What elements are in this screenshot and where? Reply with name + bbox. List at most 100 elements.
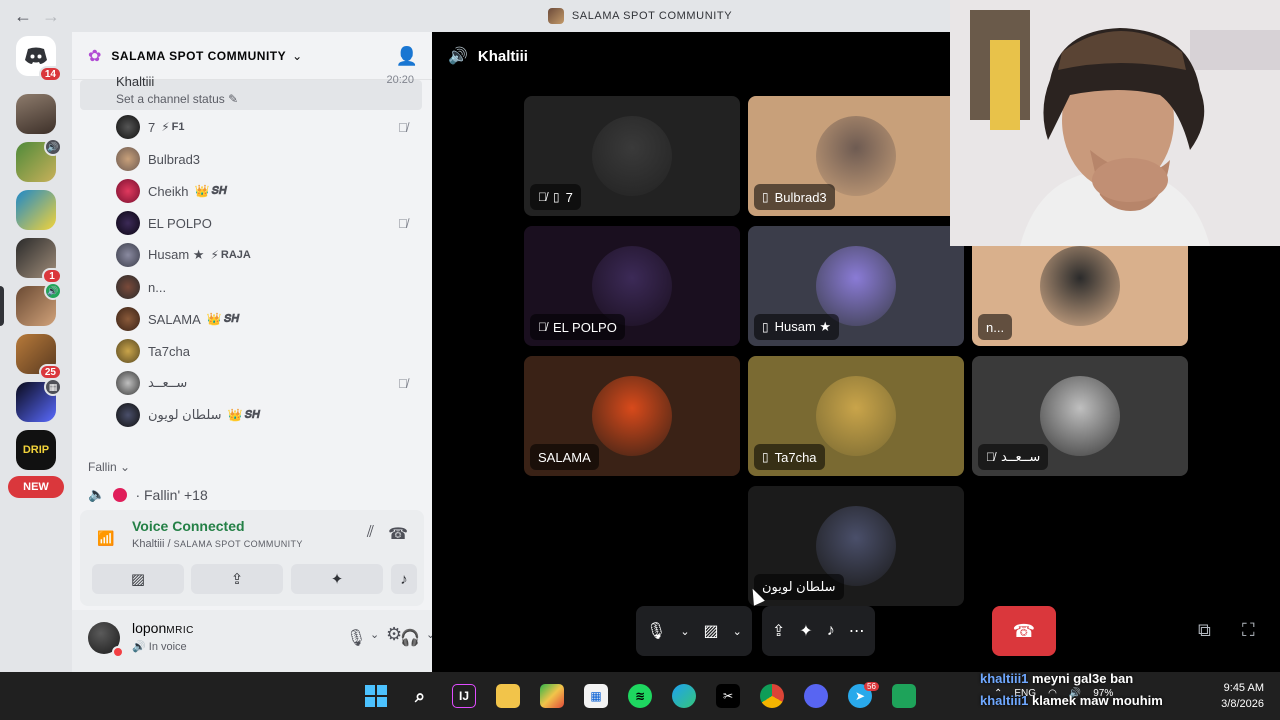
chat-app-icon[interactable]	[892, 684, 916, 708]
server-rail: 14 🔊 1 🔊 25 ▦ DRIP NEW	[0, 32, 72, 672]
participant-tile[interactable]: 🎙̸ EL POLPO	[524, 226, 740, 346]
voice-member[interactable]: EL POLPO	[116, 208, 212, 238]
server-item-1[interactable]	[16, 94, 56, 134]
participant-name: n...	[986, 319, 1005, 335]
more-icon[interactable]: ⋯	[849, 621, 865, 641]
chevron-down-icon[interactable]: ⌄	[370, 628, 379, 641]
new-badge[interactable]: NEW	[8, 476, 64, 498]
spotify-icon[interactable]: ≋	[628, 684, 652, 708]
headphones-icon[interactable]: 🎧	[400, 628, 420, 648]
participant-tile[interactable]: ▯ Husam ★	[748, 226, 964, 346]
participant-tile[interactable]: 🎙̸ ▯ 7	[524, 96, 740, 216]
server-item-7[interactable]: ▦	[16, 378, 62, 422]
voice-member[interactable]: سلطان لويون 👑 𝑺𝑯	[116, 400, 260, 430]
avatar	[116, 243, 140, 267]
participant-tile[interactable]: ▯ Ta7cha	[748, 356, 964, 476]
participant-label: n...	[978, 314, 1013, 340]
voice-member[interactable]: n...	[116, 272, 166, 302]
mic-icon[interactable]: 🎙	[646, 621, 666, 641]
bolt-icon: ⚡	[161, 120, 170, 134]
arrow-right-icon[interactable]: →	[42, 6, 60, 27]
stage-channel-name: Khaltiii	[477, 47, 528, 65]
nav-arrows: ← →	[14, 6, 60, 27]
participant-tile[interactable]: SALAMA	[524, 356, 740, 476]
current-user-row[interactable]: Khaltiii 20:20 Set a channel status ✎	[80, 74, 422, 110]
discord-icon[interactable]	[804, 684, 828, 708]
voice-member[interactable]: SALAMA 👑 𝑺𝑯	[116, 304, 239, 334]
crown-icon: 👑	[194, 184, 210, 198]
voice-member[interactable]: Bulbrad3	[116, 144, 200, 174]
chat-user: khaltiii1	[980, 693, 1029, 708]
member-tag: 👑 𝑺𝑯	[228, 408, 261, 422]
guild-header[interactable]: ✿ SALAMA SPOT COMMUNITY ⌄ 👤	[72, 32, 432, 80]
voice-connected-title[interactable]: Voice Connected	[132, 518, 245, 534]
bluestacks-icon[interactable]	[540, 684, 564, 708]
voice-channel-fallin[interactable]: 🔈 · Fallin' +18	[88, 486, 208, 503]
mic-icon[interactable]: 🎙	[346, 628, 366, 648]
server-item-6[interactable]: 25	[16, 334, 62, 380]
popout-icon[interactable]: ⧉	[1198, 620, 1211, 641]
voice-member[interactable]: Cheikh 👑 𝑺𝑯	[116, 176, 227, 206]
disconnect-icon[interactable]: ☎	[388, 524, 408, 544]
chrome-icon[interactable]	[760, 684, 784, 708]
speaker-icon: 🔊	[44, 138, 62, 156]
file-explorer-icon[interactable]	[496, 684, 520, 708]
store-icon[interactable]: ▦	[584, 684, 608, 708]
soundboard-button[interactable]: ♪	[391, 564, 417, 594]
noise-suppression-icon[interactable]: ⫽	[367, 524, 374, 542]
member-name: Husam ★	[148, 247, 205, 262]
fullscreen-icon[interactable]: ⛶	[1242, 620, 1255, 641]
voice-member[interactable]: Ta7cha	[116, 336, 190, 366]
server-item-3[interactable]	[16, 190, 56, 230]
home-badge: 14	[38, 66, 62, 82]
jetbrains-icon[interactable]: IJ	[452, 684, 476, 708]
edge-icon[interactable]	[672, 684, 696, 708]
gear-icon[interactable]: ⚙	[386, 624, 402, 645]
signal-icon[interactable]: 📶	[92, 524, 120, 552]
category-fallin[interactable]: Fallin ⌄	[88, 460, 130, 474]
stage-header: 🔊 Khaltiii	[448, 46, 528, 66]
activities-icon[interactable]: ✦	[799, 621, 812, 641]
server-avatar	[16, 190, 56, 230]
windows-start-icon[interactable]	[364, 684, 388, 708]
server-item-8[interactable]: DRIP	[16, 430, 56, 470]
stream-chat-overlay: khaltiii1 meyni gal3e ban khaltiii1 klam…	[980, 668, 1163, 712]
taskbar-clock[interactable]: 9:45 AM 3/8/2026	[1221, 680, 1264, 712]
participant-name: Husam ★	[774, 319, 832, 334]
participant-tile[interactable]: 🎙̸ ســعــد	[972, 356, 1188, 476]
user-name[interactable]: loponMRIC	[132, 620, 194, 636]
activities-button[interactable]: ✦	[291, 564, 383, 594]
chevron-down-icon: ⌄	[292, 48, 303, 63]
participant-tile[interactable]: ▯ Bulbrad3	[748, 96, 964, 216]
arrow-left-icon[interactable]: ←	[14, 6, 32, 27]
voice-member[interactable]: Husam ★ ⚡ RAJA	[116, 240, 251, 270]
soundboard-icon[interactable]: ♪	[827, 622, 835, 640]
camera-toggle-button[interactable]: ▨	[92, 564, 184, 594]
member-name: 7	[148, 119, 156, 135]
chevron-down-icon[interactable]: ⌄	[680, 625, 689, 638]
voice-member[interactable]: 7 ⚡ F1	[116, 112, 185, 142]
chevron-down-icon[interactable]: ⌄	[733, 625, 742, 638]
tag-text: 𝑺𝑯	[244, 408, 261, 421]
member-tag: ⚡ RAJA	[210, 248, 250, 262]
set-status-link[interactable]: Set a channel status ✎	[116, 92, 238, 106]
dnd-status-icon	[112, 646, 124, 658]
leave-call-button[interactable]: ☎	[992, 606, 1056, 656]
capcut-icon[interactable]: ✂	[716, 684, 740, 708]
voice-connected-location[interactable]: Khaltiii / SALAMA SPOT COMMUNITY	[132, 538, 303, 550]
server-item-2[interactable]: 🔊	[16, 138, 62, 182]
member-name: سلطان لويون	[148, 407, 222, 422]
server-item-4[interactable]: 1	[16, 238, 62, 284]
add-user-icon[interactable]: 👤	[396, 46, 418, 67]
voice-member[interactable]: ســعــد	[116, 368, 187, 398]
telegram-badge: 56	[864, 682, 879, 691]
participant-name: سلطان لويون	[762, 579, 836, 594]
server-item-5[interactable]: 🔊	[16, 282, 62, 326]
screen-share-button[interactable]: ⇪	[191, 564, 283, 594]
participant-tile[interactable]: سلطان لويون	[748, 486, 964, 606]
home-button[interactable]: 14	[16, 36, 62, 82]
camera-off-icon[interactable]: ▨	[704, 621, 719, 641]
search-icon[interactable]: ⌕	[408, 684, 432, 708]
member-name: Ta7cha	[148, 343, 190, 359]
screen-share-icon[interactable]: ⇪	[772, 621, 785, 641]
